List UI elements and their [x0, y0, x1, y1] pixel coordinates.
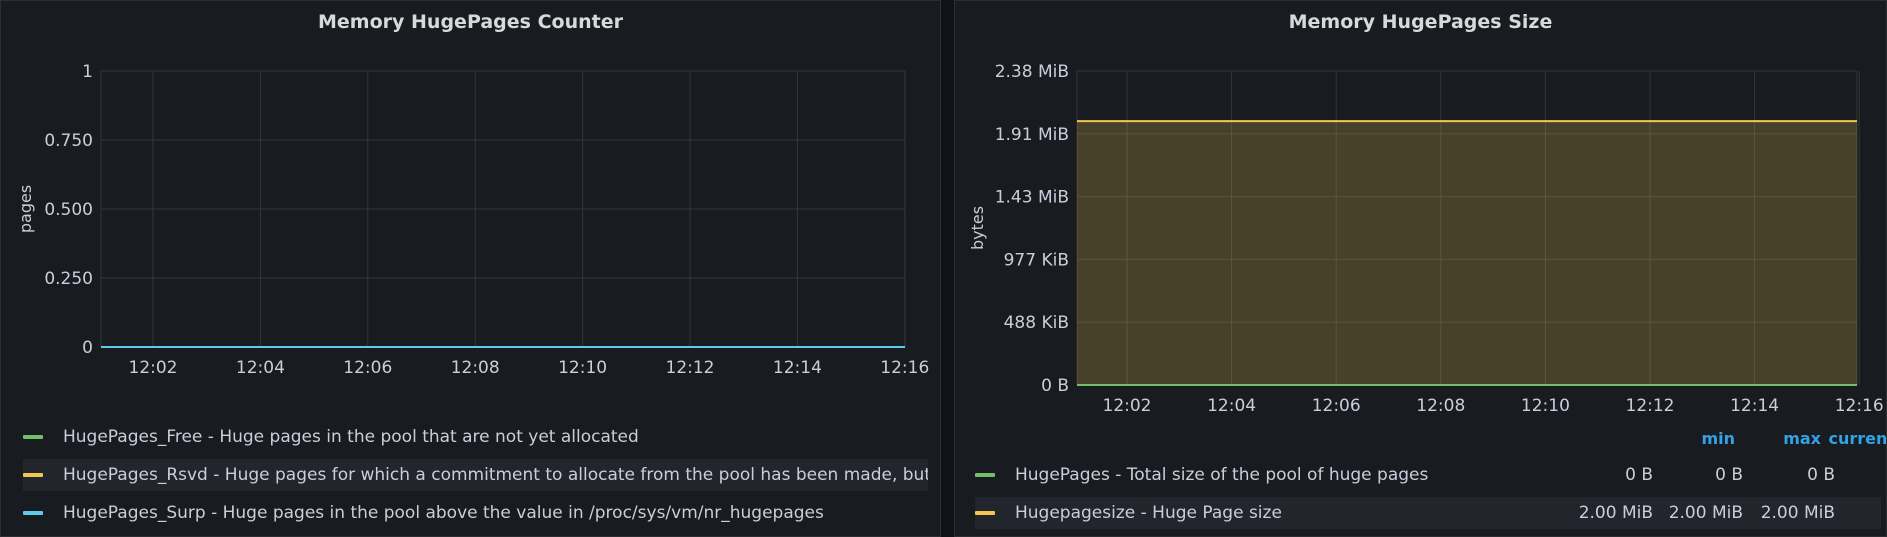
y-axis-label: pages	[16, 185, 35, 233]
y-tick-label: 1.43 MiB	[995, 188, 1069, 208]
legend-item-hugepages-rsvd[interactable]: HugePages_Rsvd - Huge pages for which a …	[23, 459, 928, 491]
stat-current: 2.00 MiB	[1760, 503, 1835, 523]
stat-max: 2.00 MiB	[1668, 503, 1743, 523]
legend-item-hugepagesize[interactable]: Hugepagesize - Huge Page size 2.00 MiB 2…	[975, 497, 1881, 529]
hugepages-counter-chart: 0 0.250 0.500 0.750 1 12:02 12:04 12:06 12:08 12:…	[16, 62, 929, 378]
stat-min: 0 B	[1625, 465, 1653, 485]
x-tick-label: 12:08	[451, 358, 500, 378]
x-tick-label: 12:04	[1207, 396, 1256, 416]
legend-label: Hugepagesize - Huge Page size	[1015, 503, 1282, 523]
y-tick-label: 2.38 MiB	[995, 62, 1069, 82]
legend-label: HugePages_Free - Huge pages in the pool …	[63, 427, 639, 447]
series-color-swatch	[23, 435, 43, 439]
stat-current: 0 B	[1807, 465, 1835, 485]
stat-min: 2.00 MiB	[1578, 503, 1653, 523]
y-tick-label: 0	[82, 338, 93, 358]
y-tick-label: 0.500	[44, 200, 93, 220]
series-color-swatch	[23, 511, 43, 515]
hugepages-size-panel: Memory HugePages Size 0 B 488 KiB 977 KiB 1…	[954, 0, 1887, 537]
hugepages-size-chart: 0 B 488 KiB 977 KiB 1.43 MiB 1.91 MiB 2.38 Mi…	[968, 62, 1884, 416]
legend-item-hugepages-surp[interactable]: HugePages_Surp - Huge pages in the pool …	[23, 497, 928, 529]
x-tick-label: 12:02	[129, 358, 178, 378]
legend-column-max[interactable]: max	[1741, 429, 1821, 448]
x-tick-label: 12:06	[343, 358, 392, 378]
x-tick-label: 12:12	[666, 358, 715, 378]
y-axis-label: bytes	[968, 206, 987, 250]
legend-item-hugepages-free[interactable]: HugePages_Free - Huge pages in the pool …	[23, 421, 928, 453]
x-tick-label: 12:10	[1521, 396, 1570, 416]
y-tick-label: 0.250	[44, 269, 93, 289]
legend-label: HugePages_Rsvd - Huge pages for which a …	[63, 465, 928, 485]
y-tick-label: 0.750	[44, 131, 93, 151]
series-area-1	[1077, 121, 1857, 385]
legend-column-current[interactable]: current	[1815, 429, 1886, 448]
x-tick-label: 12:04	[236, 358, 285, 378]
y-tick-label: 1	[82, 62, 93, 82]
y-tick-label: 977 KiB	[1004, 250, 1069, 270]
x-tick-label: 12:16	[880, 358, 929, 378]
x-tick-label: 12:02	[1103, 396, 1152, 416]
series-color-swatch	[975, 511, 995, 515]
x-tick-label: 12:16	[1835, 396, 1884, 416]
x-tick-label: 12:06	[1312, 396, 1361, 416]
x-tick-label: 12:12	[1626, 396, 1675, 416]
legend-item-hugepages-total[interactable]: HugePages - Total size of the pool of hu…	[975, 459, 1881, 491]
y-tick-label: 488 KiB	[1004, 313, 1069, 333]
series-color-swatch	[23, 473, 43, 477]
y-tick-label: 0 B	[1041, 376, 1069, 396]
x-tick-label: 12:14	[1730, 396, 1779, 416]
stat-max: 0 B	[1715, 465, 1743, 485]
hugepages-counter-panel: Memory HugePages Counter 0 0.250 0.500 0.75…	[0, 0, 941, 537]
legend-label: HugePages - Total size of the pool of hu…	[1015, 465, 1429, 485]
series-color-swatch	[975, 473, 995, 477]
x-tick-label: 12:14	[773, 358, 822, 378]
x-tick-label: 12:08	[1416, 396, 1465, 416]
legend-column-min[interactable]: min	[1655, 429, 1735, 448]
legend-label: HugePages_Surp - Huge pages in the pool …	[63, 503, 824, 523]
y-tick-label: 1.91 MiB	[995, 125, 1069, 145]
x-tick-label: 12:10	[558, 358, 607, 378]
